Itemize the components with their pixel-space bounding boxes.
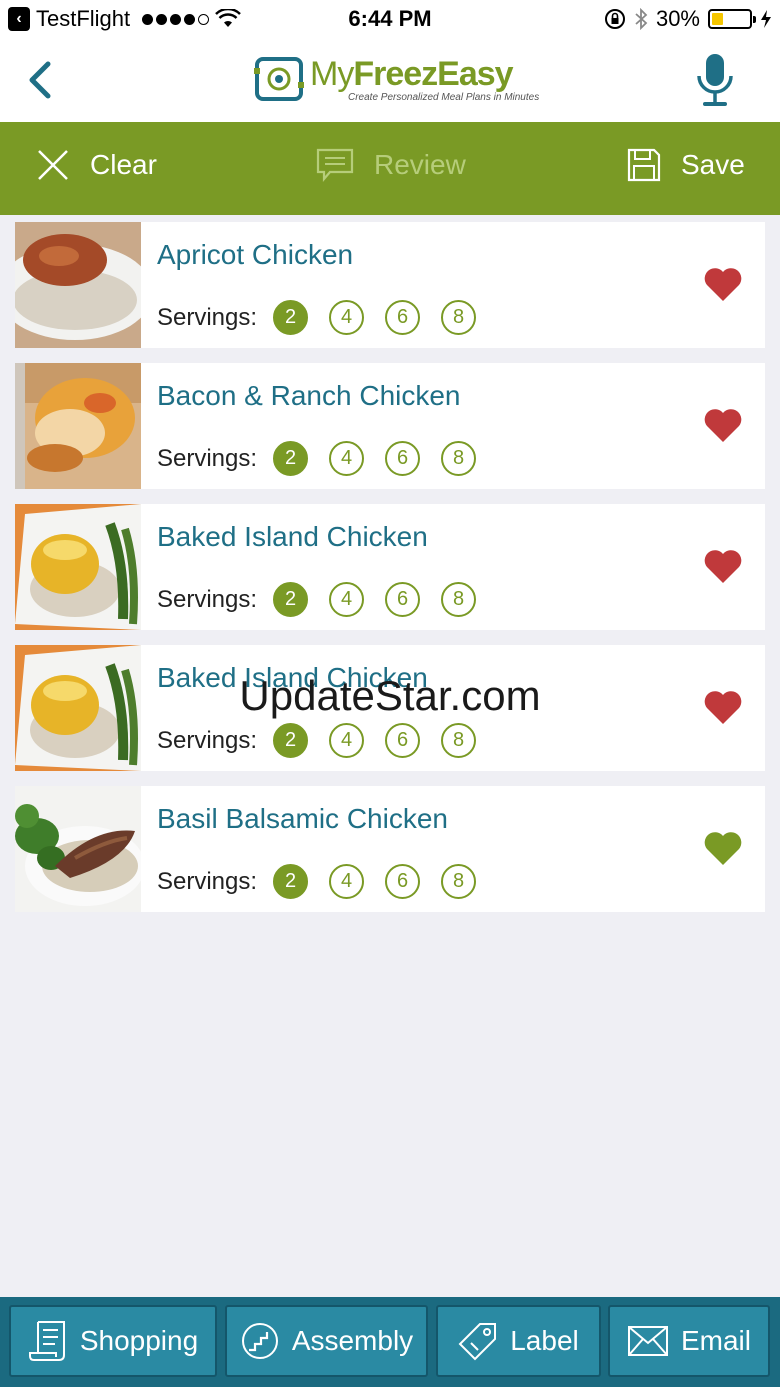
recipe-title[interactable]: Basil Balsamic Chicken xyxy=(157,803,448,835)
serving-option[interactable]: 2 xyxy=(273,300,309,335)
recipe-title[interactable]: Bacon & Ranch Chicken xyxy=(157,380,461,412)
clear-button[interactable]: Clear xyxy=(36,148,157,182)
serving-option[interactable]: 2 xyxy=(273,723,309,758)
clear-label: Clear xyxy=(90,149,157,180)
favorite-heart-icon[interactable] xyxy=(703,266,743,302)
serving-option[interactable]: 6 xyxy=(385,864,421,899)
bottom-action-bar: Shopping Assembly Label Email xyxy=(0,1297,780,1387)
assembly-steps-icon xyxy=(241,1323,278,1359)
recipe-photo xyxy=(15,363,141,489)
recipe-item-apricot-chicken[interactable]: Apricot Chicken Servings: 2 4 6 8 xyxy=(15,222,765,348)
recipe-photo xyxy=(15,222,141,348)
myfreezeasy-logo: MyFreezEasy Create Personalized Meal Pla… xyxy=(254,54,539,104)
recipe-title[interactable]: Baked Island Chicken xyxy=(157,662,428,694)
serving-option[interactable]: 2 xyxy=(273,864,309,899)
recipe-item-baked-island-chicken[interactable]: Baked Island Chicken Servings: 2 4 6 8 xyxy=(15,504,765,630)
serving-option[interactable]: 8 xyxy=(441,723,477,758)
favorite-heart-icon[interactable] xyxy=(703,407,743,443)
assembly-button[interactable]: Assembly xyxy=(225,1305,428,1377)
bluetooth-icon xyxy=(635,8,648,30)
servings-selector: Servings: 2 4 6 8 xyxy=(157,582,497,617)
review-label: Review xyxy=(374,149,466,180)
recipe-photo xyxy=(15,645,141,771)
servings-selector: Servings: 2 4 6 8 xyxy=(157,300,497,335)
serving-option[interactable]: 6 xyxy=(385,582,421,617)
save-button[interactable]: Save xyxy=(627,148,745,182)
recipe-item-basil-balsamic-chicken[interactable]: Basil Balsamic Chicken Servings: 2 4 6 8 xyxy=(15,786,765,912)
recipe-title[interactable]: Baked Island Chicken xyxy=(157,521,428,553)
serving-option[interactable]: 4 xyxy=(329,441,365,476)
recipe-photo xyxy=(15,504,141,630)
servings-selector: Servings: 2 4 6 8 xyxy=(157,441,497,476)
servings-label: Servings: xyxy=(157,303,258,331)
servings-label: Servings: xyxy=(157,867,258,895)
serving-option[interactable]: 6 xyxy=(385,723,421,758)
assembly-label: Assembly xyxy=(291,1325,414,1356)
status-right: 30% xyxy=(604,6,772,32)
serving-option[interactable]: 8 xyxy=(441,441,477,476)
nav-bar: MyFreezEasy Create Personalized Meal Pla… xyxy=(0,40,780,122)
rotation-lock-icon xyxy=(604,9,625,29)
action-toolbar: Clear Review Save xyxy=(0,122,780,215)
logo-mark-icon xyxy=(254,57,304,101)
charging-bolt-icon xyxy=(761,10,771,28)
email-label: Email xyxy=(680,1325,751,1356)
servings-label: Servings: xyxy=(157,585,258,613)
label-button[interactable]: Label xyxy=(436,1305,601,1377)
favorite-heart-icon[interactable] xyxy=(703,689,743,725)
serving-option[interactable]: 2 xyxy=(273,441,309,476)
serving-option[interactable]: 2 xyxy=(273,582,309,617)
logo-tagline: Create Personalized Meal Plans in Minute… xyxy=(348,91,540,103)
shopping-button[interactable]: Shopping xyxy=(9,1305,217,1377)
label-label: Label xyxy=(510,1325,579,1356)
servings-label: Servings: xyxy=(157,444,258,472)
favorite-heart-icon[interactable] xyxy=(703,830,743,866)
microphone-icon[interactable] xyxy=(696,52,734,108)
favorite-heart-icon[interactable] xyxy=(703,548,743,584)
floppy-disk-icon xyxy=(627,148,661,182)
serving-option[interactable]: 6 xyxy=(385,441,421,476)
recipe-list: Apricot Chicken Servings: 2 4 6 8 Bacon … xyxy=(15,222,765,927)
logo-freezeasy-text: FreezEasy xyxy=(353,54,513,93)
logo-my-text: My xyxy=(310,54,354,93)
close-icon xyxy=(38,150,68,180)
recipe-item-bacon-ranch-chicken[interactable]: Bacon & Ranch Chicken Servings: 2 4 6 8 xyxy=(15,363,765,489)
servings-selector: Servings: 2 4 6 8 xyxy=(157,864,497,899)
shopping-label: Shopping xyxy=(79,1325,199,1356)
recipe-item-baked-island-chicken[interactable]: Baked Island Chicken Servings: 2 4 6 8 xyxy=(15,645,765,771)
serving-option[interactable]: 6 xyxy=(385,300,421,335)
servings-label: Servings: xyxy=(157,726,258,754)
email-button[interactable]: Email xyxy=(608,1305,770,1377)
serving-option[interactable]: 8 xyxy=(441,582,477,617)
battery-percent: 30% xyxy=(655,6,700,31)
save-label: Save xyxy=(681,149,745,180)
envelope-icon xyxy=(627,1326,668,1356)
battery-icon xyxy=(708,9,756,29)
review-button[interactable]: Review xyxy=(316,148,466,182)
serving-option[interactable]: 4 xyxy=(329,300,365,335)
shopping-list-icon xyxy=(28,1321,65,1361)
serving-option[interactable]: 4 xyxy=(329,864,365,899)
serving-option[interactable]: 8 xyxy=(441,864,477,899)
recipe-title[interactable]: Apricot Chicken xyxy=(157,239,353,271)
tag-icon xyxy=(458,1323,497,1361)
back-chevron-icon[interactable] xyxy=(22,58,56,102)
recipe-photo xyxy=(15,786,141,912)
status-bar: ‹ TestFlight 6:44 PM 30% xyxy=(0,0,780,40)
comment-icon xyxy=(316,148,354,182)
serving-option[interactable]: 4 xyxy=(329,723,365,758)
servings-selector: Servings: 2 4 6 8 xyxy=(157,723,497,758)
serving-option[interactable]: 4 xyxy=(329,582,365,617)
serving-option[interactable]: 8 xyxy=(441,300,477,335)
